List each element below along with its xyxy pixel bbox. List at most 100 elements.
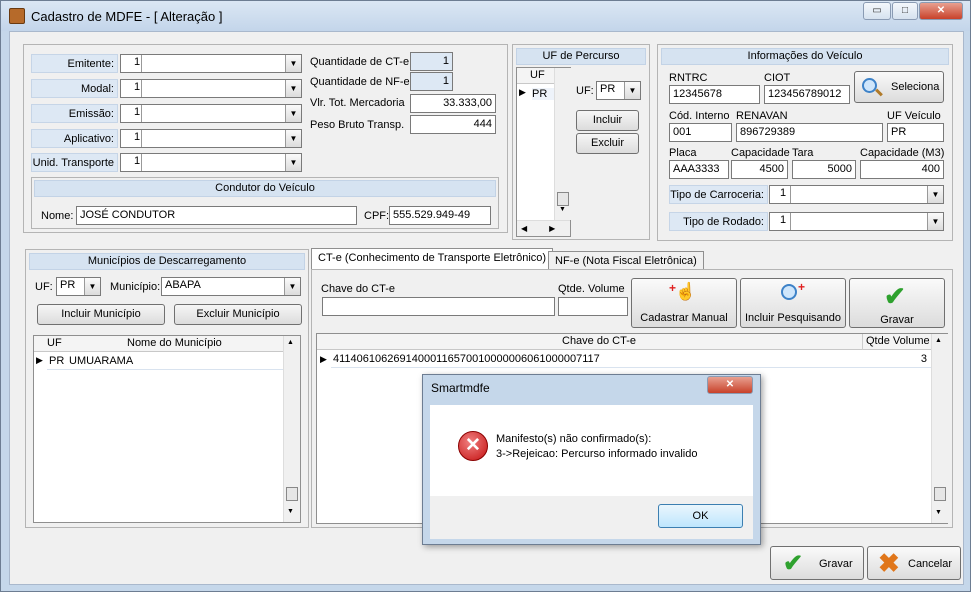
aplicativo-label: Aplicativo: bbox=[31, 129, 118, 148]
qtd-cte-field[interactable]: 1 bbox=[410, 52, 453, 71]
cadastrar-manual-button[interactable]: ☝ + Cadastrar Manual bbox=[631, 278, 737, 328]
unid-transporte-value: 1 bbox=[134, 155, 141, 167]
emitente-value: 1 bbox=[134, 56, 141, 68]
carroceria-combo[interactable]: 1 ▼ bbox=[769, 185, 944, 204]
vlr-tot-field[interactable]: 33.333,00 bbox=[410, 94, 496, 113]
peso-bruto-field[interactable]: 444 bbox=[410, 115, 496, 134]
row-pointer-icon: ▶ bbox=[36, 355, 43, 365]
emissao-label: Emissão: bbox=[31, 104, 118, 123]
plus-icon: + bbox=[798, 280, 806, 294]
mdfe-header-group: Emitente: 1 ▼ Modal: 1 ▼ Emissão: 1 ▼ Aplic… bbox=[23, 44, 508, 233]
gravar-cte-button[interactable]: ✔ Gravar bbox=[849, 278, 945, 328]
excluir-municipio-button[interactable]: Excluir Município bbox=[174, 304, 302, 325]
chave-cte-field[interactable] bbox=[322, 297, 555, 316]
qtde-volume-field[interactable] bbox=[558, 297, 628, 316]
ciot-field[interactable]: 123456789012 bbox=[764, 85, 850, 104]
qtde-volume-label: Qtde. Volume bbox=[558, 283, 625, 295]
unid-transporte-combo[interactable]: 1 ▼ bbox=[120, 153, 302, 172]
emitente-combo[interactable]: 1 ▼ bbox=[120, 54, 302, 73]
seleciona-label: Seleciona bbox=[891, 81, 940, 93]
rodado-value: 1 bbox=[780, 214, 787, 226]
dialog-body: ✕ Manifesto(s) não confirmado(s): 3->Rej… bbox=[430, 405, 753, 496]
municipio-value: ABAPA bbox=[165, 279, 201, 291]
percurso-hscroll[interactable]: ◀ ▶ bbox=[517, 220, 570, 236]
cpf-label: CPF: bbox=[364, 210, 390, 222]
cte-row[interactable]: 4114061062691400011657001000000606100000… bbox=[331, 352, 931, 368]
emissao-combo[interactable]: 1 ▼ bbox=[120, 104, 302, 123]
cancelar-label: Cancelar bbox=[908, 558, 953, 570]
ok-button[interactable]: OK bbox=[658, 504, 743, 528]
municipios-group: Municípios de Descarregamento UF: PR ▼ Mu… bbox=[25, 249, 309, 528]
placa-field[interactable]: AAA3333 bbox=[669, 160, 729, 179]
cadastrar-manual-label: Cadastrar Manual bbox=[640, 312, 728, 324]
capacidade-m3-field[interactable]: 400 bbox=[860, 160, 944, 179]
col-nome-municipio: Nome do Município bbox=[127, 337, 222, 349]
tab-nfe[interactable]: NF-e (Nota Fiscal Eletrônica) bbox=[548, 251, 704, 271]
cancelar-button[interactable]: ✖ Cancelar bbox=[867, 546, 961, 580]
chevron-down-icon[interactable]: ▼ bbox=[285, 105, 301, 122]
percurso-uf-combo[interactable]: PR ▼ bbox=[596, 81, 641, 100]
rodado-combo[interactable]: 1 ▼ bbox=[769, 212, 944, 231]
condutor-group: Condutor do Veículo Nome: JOSÉ CONDUTOR … bbox=[31, 177, 499, 229]
chevron-down-icon[interactable]: ▼ bbox=[284, 278, 300, 295]
cpf-field[interactable]: 555.529.949-49 bbox=[389, 206, 491, 225]
dialog-message-line2: 3->Rejeicao: Percurso informado invalido bbox=[496, 448, 698, 460]
uf-veiculo-field[interactable]: PR bbox=[887, 123, 944, 142]
capacidade-field[interactable]: 4500 bbox=[731, 160, 788, 179]
gravar-button[interactable]: ✔ Gravar bbox=[770, 546, 864, 580]
cte-row-chave: 4114061062691400011657001000000606100000… bbox=[333, 353, 600, 365]
municipio-row[interactable]: PR UMUARAMA bbox=[47, 354, 283, 370]
qtd-nfe-field[interactable]: 1 bbox=[410, 72, 453, 91]
percurso-excluir-button[interactable]: Excluir bbox=[576, 133, 639, 154]
incluir-municipio-button[interactable]: Incluir Município bbox=[37, 304, 165, 325]
incluir-pesquisando-button[interactable]: + Incluir Pesquisando bbox=[740, 278, 846, 328]
gravar-cte-label: Gravar bbox=[880, 314, 914, 326]
percurso-group: UF de Percurso UF ▶ PR ▼ ◀ ▶ UF: PR ▼ Incl… bbox=[512, 44, 650, 240]
modal-label: Modal: bbox=[31, 79, 118, 98]
municipios-header: Municípios de Descarregamento bbox=[29, 253, 305, 270]
rntrc-field[interactable]: 12345678 bbox=[669, 85, 760, 104]
rodado-label: Tipo de Rodado: bbox=[669, 212, 768, 231]
municipio-combo[interactable]: ABAPA ▼ bbox=[161, 277, 301, 296]
chevron-down-icon[interactable]: ▼ bbox=[624, 82, 640, 99]
checkmark-icon: ✔ bbox=[783, 550, 804, 577]
main-window: Cadastro de MDFE - [ Alteração ] ▭ □ ✕ E… bbox=[0, 0, 971, 592]
veiculo-header: Informações do Veículo bbox=[661, 48, 949, 65]
renavan-field[interactable]: 896729389 bbox=[736, 123, 883, 142]
chevron-down-icon[interactable]: ▼ bbox=[927, 186, 943, 203]
cte-row-qtde: 3 bbox=[920, 353, 927, 365]
percurso-grid[interactable]: UF ▶ PR ▼ ◀ ▶ bbox=[516, 67, 571, 237]
chevron-down-icon[interactable]: ▼ bbox=[927, 213, 943, 230]
magnifier-icon bbox=[781, 284, 797, 300]
cte-scrollbar[interactable]: ▲ ▼ bbox=[931, 334, 948, 523]
col-chave-cte: Chave do CT-e bbox=[562, 335, 636, 347]
dialog-close-button[interactable]: ✕ bbox=[707, 376, 753, 394]
chevron-down-icon[interactable]: ▼ bbox=[285, 154, 301, 171]
chevron-down-icon[interactable]: ▼ bbox=[285, 80, 301, 97]
cod-interno-field[interactable]: 001 bbox=[669, 123, 732, 142]
percurso-incluir-button[interactable]: Incluir bbox=[576, 110, 639, 131]
checkmark-icon: ✔ bbox=[884, 281, 906, 311]
nome-field[interactable]: JOSÉ CONDUTOR bbox=[76, 206, 357, 225]
mun-uf-combo[interactable]: PR ▼ bbox=[56, 277, 101, 296]
close-button[interactable]: ✕ bbox=[919, 2, 963, 20]
municipios-scrollbar[interactable]: ▲ ▼ bbox=[283, 336, 300, 522]
modal-value: 1 bbox=[134, 81, 141, 93]
modal-combo[interactable]: 1 ▼ bbox=[120, 79, 302, 98]
minimize-button[interactable]: ▭ bbox=[863, 2, 891, 20]
percurso-scrollbar[interactable]: ▼ bbox=[554, 68, 571, 220]
chevron-down-icon[interactable]: ▼ bbox=[285, 130, 301, 147]
tara-field[interactable]: 5000 bbox=[792, 160, 856, 179]
tab-cte[interactable]: CT-e (Conhecimento de Transporte Eletrôn… bbox=[311, 248, 554, 270]
aplicativo-combo[interactable]: 1 ▼ bbox=[120, 129, 302, 148]
percurso-row[interactable]: PR bbox=[532, 88, 554, 100]
row-pointer-icon: ▶ bbox=[320, 354, 327, 364]
qtd-nfe-label: Quantidade de NF-e bbox=[310, 76, 410, 88]
chevron-down-icon[interactable]: ▼ bbox=[84, 278, 100, 295]
percurso-header: UF de Percurso bbox=[516, 48, 646, 65]
seleciona-button[interactable]: Seleciona bbox=[854, 71, 944, 103]
row-pointer-icon: ▶ bbox=[519, 87, 526, 97]
municipios-grid[interactable]: UF Nome do Município ▶ PR UMUARAMA ▲ ▼ bbox=[33, 335, 301, 523]
chevron-down-icon[interactable]: ▼ bbox=[285, 55, 301, 72]
maximize-button[interactable]: □ bbox=[892, 2, 918, 20]
